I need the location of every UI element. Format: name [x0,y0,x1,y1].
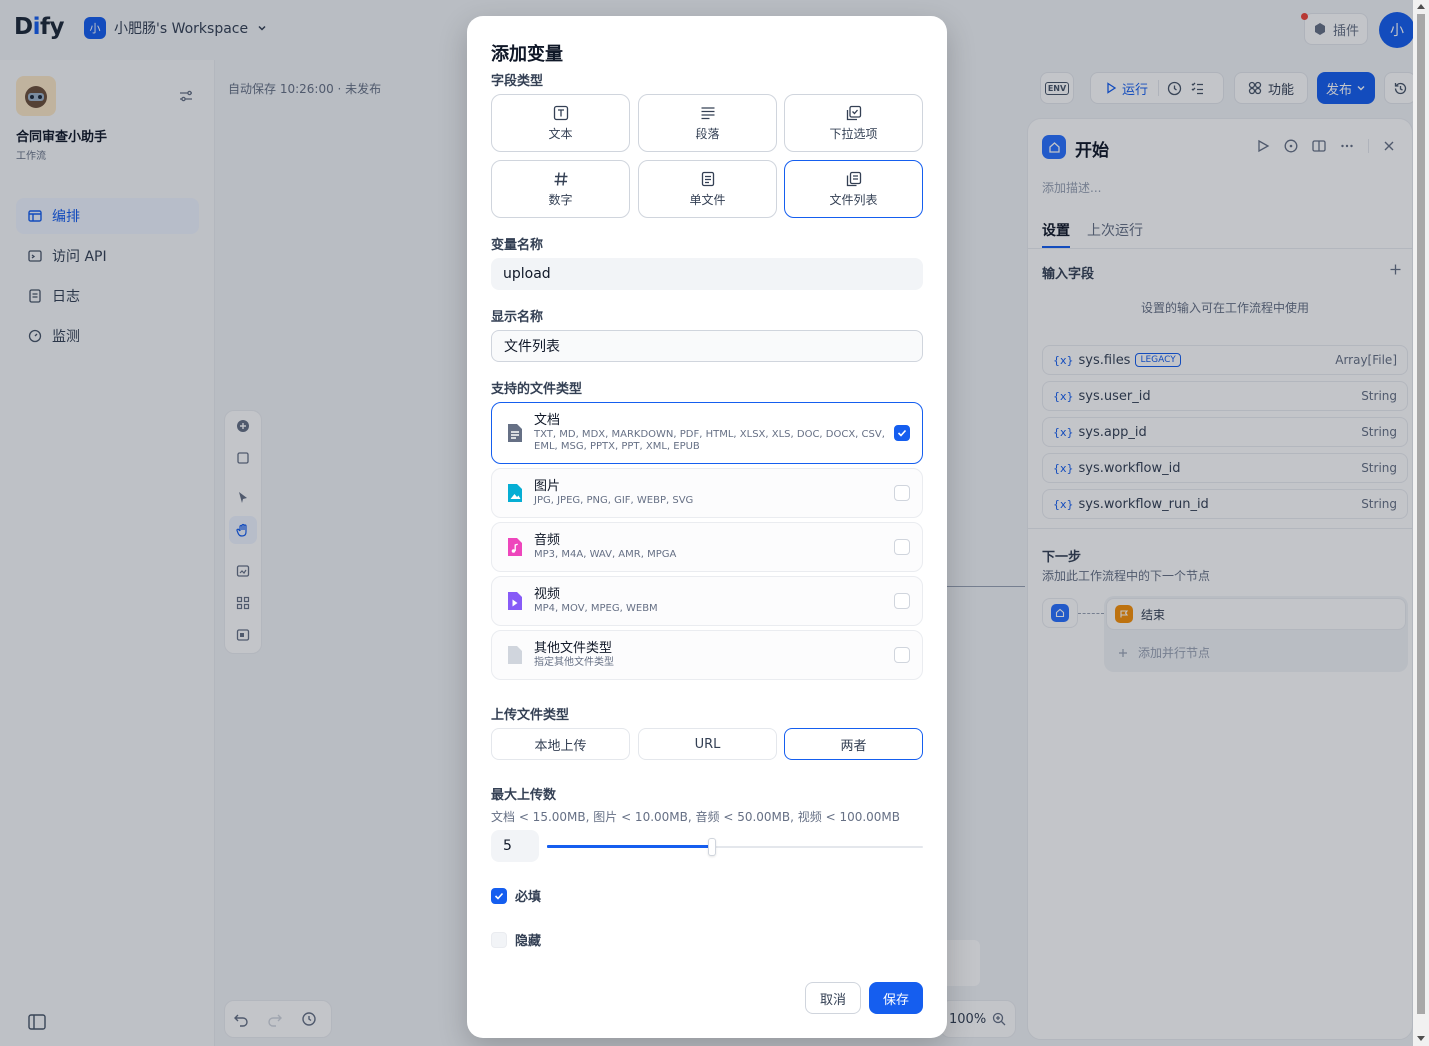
var-name-label: 变量名称 [491,238,544,253]
required-checkbox[interactable] [491,887,507,904]
file-type-audio[interactable]: 音频 MP3, M4A, WAV, AMR, MPGA [491,522,923,572]
max-upload-input[interactable]: 5 [491,830,539,862]
field-type-label: 数字 [548,192,573,207]
upload-type-label: 上传文件类型 [491,708,570,723]
field-type-label: 单文件 [689,192,726,207]
file-type-desc: TXT, MD, MDX, MARKDOWN, PDF, HTML, XLSX,… [534,429,885,452]
document-icon [508,424,522,442]
text-icon [553,105,568,120]
file-list-icon [846,171,861,186]
file-type-title: 图片 [534,479,561,494]
file-type-desc: MP3, M4A, WAV, AMR, MPGA [534,549,677,560]
slider-thumb[interactable] [708,838,716,856]
variable-name-input[interactable]: upload [491,258,923,290]
max-upload-hint: 文档 < 15.00MB, 图片 < 10.00MB, 音频 < 50.00MB… [491,810,901,824]
file-type-checkbox[interactable] [894,425,910,441]
file-type-desc: JPG, JPEG, PNG, GIF, WEBP, SVG [534,495,694,506]
file-type-checkbox[interactable] [894,593,910,609]
other-file-icon [508,646,522,664]
file-type-desc: 指定其他文件类型 [534,657,614,668]
video-icon [508,592,522,610]
hidden-label: 隐藏 [515,934,542,949]
audio-icon [508,538,522,556]
required-label: 必填 [515,890,542,905]
file-icon [701,171,714,186]
file-type-title: 视频 [534,587,561,602]
file-type-title: 其他文件类型 [534,641,613,656]
display-name-input[interactable]: 文件列表 [491,330,923,362]
save-button[interactable]: 保存 [869,982,923,1014]
supported-types-label: 支持的文件类型 [491,382,583,397]
field-type-file-list[interactable]: 文件列表 [784,160,923,218]
hash-icon [554,171,567,186]
required-checkbox-row[interactable]: 必填 [491,886,541,905]
field-type-text[interactable]: 文本 [491,94,630,152]
scroll-up-arrow-icon[interactable] [1417,3,1425,9]
field-type-label: 文本 [548,126,573,141]
field-type-label: 文件列表 [829,192,878,207]
image-icon [508,484,522,502]
hidden-checkbox[interactable] [491,931,507,948]
upload-both-option[interactable]: 两者 [784,728,923,760]
file-type-image[interactable]: 图片 JPG, JPEG, PNG, GIF, WEBP, SVG [491,468,923,518]
file-type-video[interactable]: 视频 MP4, MOV, MPEG, WEBM [491,576,923,626]
file-type-checkbox[interactable] [894,485,910,501]
file-type-desc: MP4, MOV, MPEG, WEBM [534,603,658,614]
file-type-checkbox[interactable] [894,647,910,663]
hidden-checkbox-row[interactable]: 隐藏 [491,930,541,949]
scrollbar-thumb[interactable] [1417,14,1425,1014]
scroll-down-arrow-icon[interactable] [1417,1036,1425,1042]
select-icon [846,105,861,120]
upload-local-option[interactable]: 本地上传 [491,728,630,760]
file-type-checkbox[interactable] [894,539,910,555]
field-type-single-file[interactable]: 单文件 [638,160,777,218]
field-type-label: 段落 [695,126,720,141]
field-type-select[interactable]: 下拉选项 [784,94,923,152]
check-icon [494,892,504,900]
file-type-other[interactable]: 其他文件类型 指定其他文件类型 [491,630,923,680]
field-type-label: 字段类型 [491,74,544,89]
file-type-title: 音频 [534,533,561,548]
field-type-number[interactable]: 数字 [491,160,630,218]
file-type-title: 文档 [534,413,561,428]
field-type-label: 下拉选项 [829,126,878,141]
slider-fill [547,845,712,848]
modal-title: 添加变量 [491,44,563,65]
field-type-paragraph[interactable]: 段落 [638,94,777,152]
file-type-document[interactable]: 文档 TXT, MD, MDX, MARKDOWN, PDF, HTML, XL… [491,402,923,464]
upload-url-option[interactable]: URL [638,728,777,760]
max-upload-label: 最大上传数 [491,788,557,803]
display-name-label: 显示名称 [491,310,544,325]
paragraph-icon [701,106,714,119]
cancel-button[interactable]: 取消 [805,982,861,1014]
check-icon [897,429,907,437]
